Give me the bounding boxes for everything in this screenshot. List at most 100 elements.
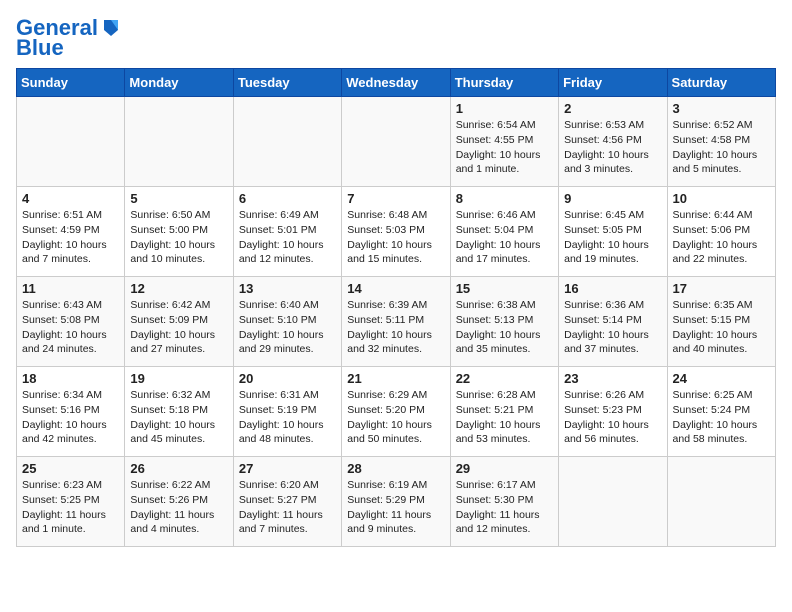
day-info: Sunrise: 6:46 AM Sunset: 5:04 PM Dayligh… [456, 208, 553, 267]
calendar-cell: 10 Sunrise: 6:44 AM Sunset: 5:06 PM Dayli… [667, 187, 775, 277]
day-info: Sunrise: 6:26 AM Sunset: 5:23 PM Dayligh… [564, 388, 661, 447]
day-number: 22 [456, 371, 553, 386]
calendar-cell: 14Sunrise: 6:39 AM Sunset: 5:11 PM Dayli… [342, 277, 450, 367]
calendar-cell: 11 Sunrise: 6:43 AM Sunset: 5:08 PM Dayli… [17, 277, 125, 367]
calendar-cell: 21Sunrise: 6:29 AM Sunset: 5:20 PM Dayli… [342, 367, 450, 457]
calendar-cell: 22 Sunrise: 6:28 AM Sunset: 5:21 PM Dayli… [450, 367, 558, 457]
calendar-cell: 24 Sunrise: 6:25 AM Sunset: 5:24 PM Dayli… [667, 367, 775, 457]
day-number: 19 [130, 371, 227, 386]
calendar-cell: 9Sunrise: 6:45 AM Sunset: 5:05 PM Daylig… [559, 187, 667, 277]
day-info: Sunrise: 6:28 AM Sunset: 5:21 PM Dayligh… [456, 388, 553, 447]
day-info: Sunrise: 6:35 AM Sunset: 5:15 PM Dayligh… [673, 298, 770, 357]
day-number: 13 [239, 281, 336, 296]
day-info: Sunrise: 6:20 AM Sunset: 5:27 PM Dayligh… [239, 478, 336, 537]
day-number: 27 [239, 461, 336, 476]
day-info: Sunrise: 6:53 AM Sunset: 4:56 PM Dayligh… [564, 118, 661, 177]
header-row: SundayMondayTuesdayWednesdayThursdayFrid… [17, 69, 776, 97]
weekday-header-thursday: Thursday [450, 69, 558, 97]
calendar-cell: 12 Sunrise: 6:42 AM Sunset: 5:09 PM Dayli… [125, 277, 233, 367]
day-number: 21 [347, 371, 444, 386]
day-number: 18 [22, 371, 119, 386]
calendar-cell [125, 97, 233, 187]
day-info: Sunrise: 6:22 AM Sunset: 5:26 PM Dayligh… [130, 478, 227, 537]
calendar-cell: 26 Sunrise: 6:22 AM Sunset: 5:26 PM Dayli… [125, 457, 233, 547]
day-number: 29 [456, 461, 553, 476]
day-info: Sunrise: 6:42 AM Sunset: 5:09 PM Dayligh… [130, 298, 227, 357]
calendar-cell [667, 457, 775, 547]
calendar-cell: 23 Sunrise: 6:26 AM Sunset: 5:23 PM Dayli… [559, 367, 667, 457]
day-number: 2 [564, 101, 661, 116]
calendar-cell: 28 Sunrise: 6:19 AM Sunset: 5:29 PM Dayli… [342, 457, 450, 547]
day-number: 1 [456, 101, 553, 116]
day-number: 25 [22, 461, 119, 476]
weekday-header-saturday: Saturday [667, 69, 775, 97]
weekday-header-wednesday: Wednesday [342, 69, 450, 97]
calendar-cell: 16Sunrise: 6:36 AM Sunset: 5:14 PM Dayli… [559, 277, 667, 367]
calendar-cell: 27 Sunrise: 6:20 AM Sunset: 5:27 PM Dayli… [233, 457, 341, 547]
day-number: 12 [130, 281, 227, 296]
week-row-2: 11 Sunrise: 6:43 AM Sunset: 5:08 PM Dayli… [17, 277, 776, 367]
day-number: 10 [673, 191, 770, 206]
day-info: Sunrise: 6:38 AM Sunset: 5:13 PM Dayligh… [456, 298, 553, 357]
day-number: 20 [239, 371, 336, 386]
day-info: Sunrise: 6:44 AM Sunset: 5:06 PM Dayligh… [673, 208, 770, 267]
day-number: 23 [564, 371, 661, 386]
calendar-cell: 3 Sunrise: 6:52 AM Sunset: 4:58 PM Daylig… [667, 97, 775, 187]
calendar-cell: 29 Sunrise: 6:17 AM Sunset: 5:30 PM Dayli… [450, 457, 558, 547]
calendar-cell: 18 Sunrise: 6:34 AM Sunset: 5:16 PM Dayli… [17, 367, 125, 457]
day-number: 6 [239, 191, 336, 206]
day-number: 4 [22, 191, 119, 206]
calendar-cell: 13 Sunrise: 6:40 AM Sunset: 5:10 PM Dayli… [233, 277, 341, 367]
calendar-cell: 6 Sunrise: 6:49 AM Sunset: 5:01 PM Daylig… [233, 187, 341, 277]
calendar-cell: 7Sunrise: 6:48 AM Sunset: 5:03 PM Daylig… [342, 187, 450, 277]
calendar-table: SundayMondayTuesdayWednesdayThursdayFrid… [16, 68, 776, 547]
calendar-cell: 8 Sunrise: 6:46 AM Sunset: 5:04 PM Daylig… [450, 187, 558, 277]
day-info: Sunrise: 6:34 AM Sunset: 5:16 PM Dayligh… [22, 388, 119, 447]
day-info: Sunrise: 6:43 AM Sunset: 5:08 PM Dayligh… [22, 298, 119, 357]
day-info: Sunrise: 6:51 AM Sunset: 4:59 PM Dayligh… [22, 208, 119, 267]
day-info: Sunrise: 6:49 AM Sunset: 5:01 PM Dayligh… [239, 208, 336, 267]
day-number: 15 [456, 281, 553, 296]
logo: General Blue [16, 16, 122, 60]
calendar-cell: 2 Sunrise: 6:53 AM Sunset: 4:56 PM Daylig… [559, 97, 667, 187]
calendar-cell [342, 97, 450, 187]
day-number: 28 [347, 461, 444, 476]
day-number: 8 [456, 191, 553, 206]
weekday-header-friday: Friday [559, 69, 667, 97]
day-number: 24 [673, 371, 770, 386]
day-info: Sunrise: 6:48 AM Sunset: 5:03 PM Dayligh… [347, 208, 444, 267]
weekday-header-tuesday: Tuesday [233, 69, 341, 97]
logo-blue-text: Blue [16, 36, 64, 60]
day-info: Sunrise: 6:52 AM Sunset: 4:58 PM Dayligh… [673, 118, 770, 177]
day-number: 11 [22, 281, 119, 296]
calendar-cell [233, 97, 341, 187]
day-info: Sunrise: 6:19 AM Sunset: 5:29 PM Dayligh… [347, 478, 444, 537]
logo-icon [100, 16, 122, 38]
day-number: 3 [673, 101, 770, 116]
day-number: 17 [673, 281, 770, 296]
day-info: Sunrise: 6:45 AM Sunset: 5:05 PM Dayligh… [564, 208, 661, 267]
calendar-cell: 25 Sunrise: 6:23 AM Sunset: 5:25 PM Dayli… [17, 457, 125, 547]
day-info: Sunrise: 6:50 AM Sunset: 5:00 PM Dayligh… [130, 208, 227, 267]
day-info: Sunrise: 6:17 AM Sunset: 5:30 PM Dayligh… [456, 478, 553, 537]
week-row-3: 18 Sunrise: 6:34 AM Sunset: 5:16 PM Dayli… [17, 367, 776, 457]
day-info: Sunrise: 6:23 AM Sunset: 5:25 PM Dayligh… [22, 478, 119, 537]
calendar-cell [17, 97, 125, 187]
calendar-cell: 17 Sunrise: 6:35 AM Sunset: 5:15 PM Dayli… [667, 277, 775, 367]
weekday-header-sunday: Sunday [17, 69, 125, 97]
day-info: Sunrise: 6:40 AM Sunset: 5:10 PM Dayligh… [239, 298, 336, 357]
day-info: Sunrise: 6:39 AM Sunset: 5:11 PM Dayligh… [347, 298, 444, 357]
calendar-cell: 1Sunrise: 6:54 AM Sunset: 4:55 PM Daylig… [450, 97, 558, 187]
day-number: 5 [130, 191, 227, 206]
day-number: 26 [130, 461, 227, 476]
week-row-1: 4 Sunrise: 6:51 AM Sunset: 4:59 PM Daylig… [17, 187, 776, 277]
day-info: Sunrise: 6:31 AM Sunset: 5:19 PM Dayligh… [239, 388, 336, 447]
day-info: Sunrise: 6:36 AM Sunset: 5:14 PM Dayligh… [564, 298, 661, 357]
calendar-cell: 20 Sunrise: 6:31 AM Sunset: 5:19 PM Dayli… [233, 367, 341, 457]
calendar-cell [559, 457, 667, 547]
page-header: General Blue [16, 16, 776, 60]
calendar-cell: 5 Sunrise: 6:50 AM Sunset: 5:00 PM Daylig… [125, 187, 233, 277]
calendar-cell: 15 Sunrise: 6:38 AM Sunset: 5:13 PM Dayli… [450, 277, 558, 367]
weekday-header-monday: Monday [125, 69, 233, 97]
day-info: Sunrise: 6:25 AM Sunset: 5:24 PM Dayligh… [673, 388, 770, 447]
